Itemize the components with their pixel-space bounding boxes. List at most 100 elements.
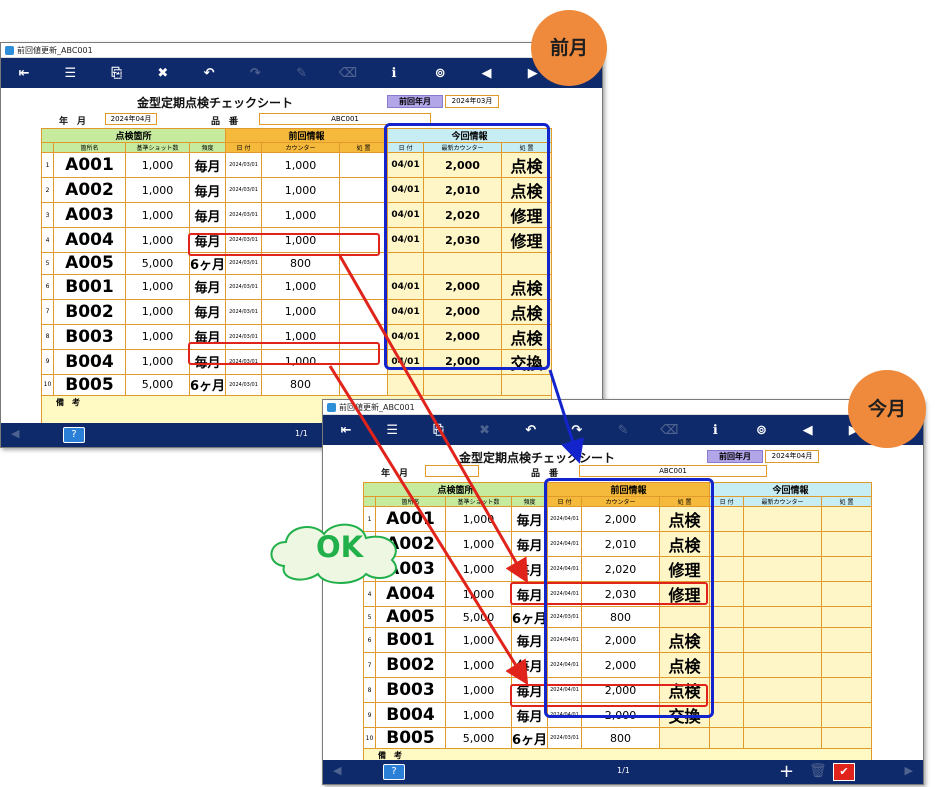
page-prev-icon[interactable]: ◀ — [333, 764, 341, 777]
prev-date[interactable]: 2024/03/01 — [225, 177, 263, 203]
curr-counter[interactable] — [743, 606, 823, 628]
row-number[interactable]: 3 — [41, 202, 54, 228]
row-number[interactable]: 8 — [41, 323, 54, 350]
location-name[interactable]: B004 — [53, 348, 126, 375]
prev-date[interactable]: 2024/03/01 — [225, 298, 263, 325]
base-shots[interactable]: 1,000 — [445, 652, 512, 678]
base-shots[interactable]: 1,000 — [125, 177, 190, 203]
base-shots[interactable]: 1,000 — [445, 531, 512, 557]
curr-action[interactable] — [821, 531, 873, 557]
curr-counter[interactable] — [423, 373, 503, 397]
row-number[interactable]: 1 — [41, 152, 54, 178]
row-number[interactable]: 9 — [363, 702, 376, 728]
curr-action[interactable] — [821, 652, 873, 678]
base-shots[interactable]: 1,000 — [125, 152, 190, 178]
base-shots[interactable]: 5,000 — [125, 373, 190, 397]
prev-action[interactable] — [339, 273, 389, 300]
prev-action[interactable] — [339, 152, 389, 178]
camera-icon[interactable]: ⊚ — [417, 66, 463, 81]
exit-icon[interactable]: ⇤ — [1, 66, 47, 81]
exit-icon[interactable]: ⇤ — [323, 423, 369, 438]
row-number[interactable]: 4 — [41, 227, 54, 253]
confirm-button[interactable]: ✔ — [833, 763, 855, 781]
row-number[interactable]: 10 — [363, 727, 376, 749]
prev-counter[interactable]: 1,000 — [261, 273, 341, 300]
curr-counter[interactable] — [743, 677, 823, 703]
prev-icon[interactable]: ◀ — [785, 423, 831, 438]
frequency[interactable]: 毎月 — [188, 152, 227, 178]
row-number[interactable]: 6 — [41, 273, 54, 300]
base-shots[interactable]: 1,000 — [125, 202, 190, 228]
row-number[interactable]: 7 — [363, 652, 376, 678]
location-name[interactable]: B004 — [375, 702, 446, 728]
base-shots[interactable]: 1,000 — [445, 677, 512, 703]
prev-date[interactable]: 2024/03/01 — [225, 373, 263, 397]
help-button[interactable]: ? — [63, 427, 85, 443]
frequency[interactable]: 毎月 — [510, 627, 549, 653]
info-icon[interactable]: ℹ — [692, 423, 738, 438]
page-prev-icon[interactable]: ◀ — [11, 427, 19, 440]
prev-action[interactable] — [339, 373, 389, 397]
base-shots[interactable]: 1,000 — [445, 627, 512, 653]
eraser-icon[interactable]: ⌫ — [325, 66, 371, 81]
curr-date[interactable] — [709, 531, 745, 557]
location-name[interactable]: A003 — [53, 202, 126, 228]
curr-counter[interactable] — [743, 506, 823, 532]
base-shots[interactable]: 1,000 — [445, 702, 512, 728]
list-icon[interactable]: ☰ — [369, 423, 415, 438]
curr-counter[interactable] — [743, 702, 823, 728]
ym-field[interactable]: 2024年04月 — [105, 113, 157, 125]
undo-icon[interactable]: ↶ — [186, 66, 232, 81]
row-number[interactable]: 9 — [41, 348, 54, 375]
frequency[interactable]: 毎月 — [510, 652, 549, 678]
row-number[interactable]: 8 — [363, 677, 376, 703]
curr-counter[interactable] — [743, 581, 823, 607]
curr-date[interactable] — [709, 677, 745, 703]
location-name[interactable]: B002 — [53, 298, 126, 325]
curr-date[interactable] — [709, 727, 745, 749]
location-name[interactable]: B001 — [375, 627, 446, 653]
frequency[interactable]: 毎月 — [510, 531, 549, 557]
base-shots[interactable]: 1,000 — [445, 506, 512, 532]
curr-action[interactable] — [821, 606, 873, 628]
curr-date[interactable] — [709, 627, 745, 653]
location-name[interactable]: B002 — [375, 652, 446, 678]
curr-counter[interactable] — [743, 531, 823, 557]
curr-counter[interactable] — [743, 652, 823, 678]
location-name[interactable]: B005 — [53, 373, 126, 397]
pen-icon[interactable]: ✎ — [600, 423, 646, 438]
location-name[interactable]: B003 — [53, 323, 126, 350]
frequency[interactable]: 毎月 — [188, 298, 227, 325]
base-shots[interactable]: 1,000 — [445, 581, 512, 607]
prev-counter[interactable]: 1,000 — [261, 152, 341, 178]
curr-date[interactable] — [709, 556, 745, 582]
add-icon[interactable]: + — [779, 761, 794, 782]
curr-counter[interactable] — [743, 556, 823, 582]
copy-icon[interactable]: ⎘ — [415, 423, 461, 438]
page-next-icon[interactable]: ▶ — [905, 764, 913, 777]
prev-date[interactable]: 2024/03/01 — [547, 727, 583, 749]
eraser-icon[interactable]: ⌫ — [646, 423, 692, 438]
frequency[interactable]: 毎月 — [510, 556, 549, 582]
curr-action[interactable] — [821, 506, 873, 532]
curr-date[interactable] — [709, 702, 745, 728]
base-shots[interactable]: 1,000 — [125, 348, 190, 375]
undo-icon[interactable]: ↶ — [508, 423, 554, 438]
row-number[interactable]: 6 — [363, 627, 376, 653]
prev-counter[interactable]: 800 — [261, 373, 341, 397]
curr-counter[interactable] — [743, 727, 823, 749]
delete-icon[interactable]: ✖ — [140, 66, 186, 81]
redo-icon[interactable]: ↷ — [232, 66, 278, 81]
location-name[interactable]: A005 — [375, 606, 446, 628]
prev-counter[interactable]: 1,000 — [261, 177, 341, 203]
prev-ym-value[interactable]: 2024年03月 — [445, 95, 499, 108]
base-shots[interactable]: 1,000 — [125, 273, 190, 300]
curr-action[interactable] — [821, 556, 873, 582]
location-name[interactable]: A005 — [53, 252, 126, 275]
copy-icon[interactable]: ⎘ — [93, 66, 139, 81]
base-shots[interactable]: 5,000 — [125, 252, 190, 275]
curr-action[interactable] — [821, 727, 873, 749]
base-shots[interactable]: 1,000 — [445, 556, 512, 582]
location-name[interactable]: A002 — [53, 177, 126, 203]
base-shots[interactable]: 1,000 — [125, 227, 190, 253]
